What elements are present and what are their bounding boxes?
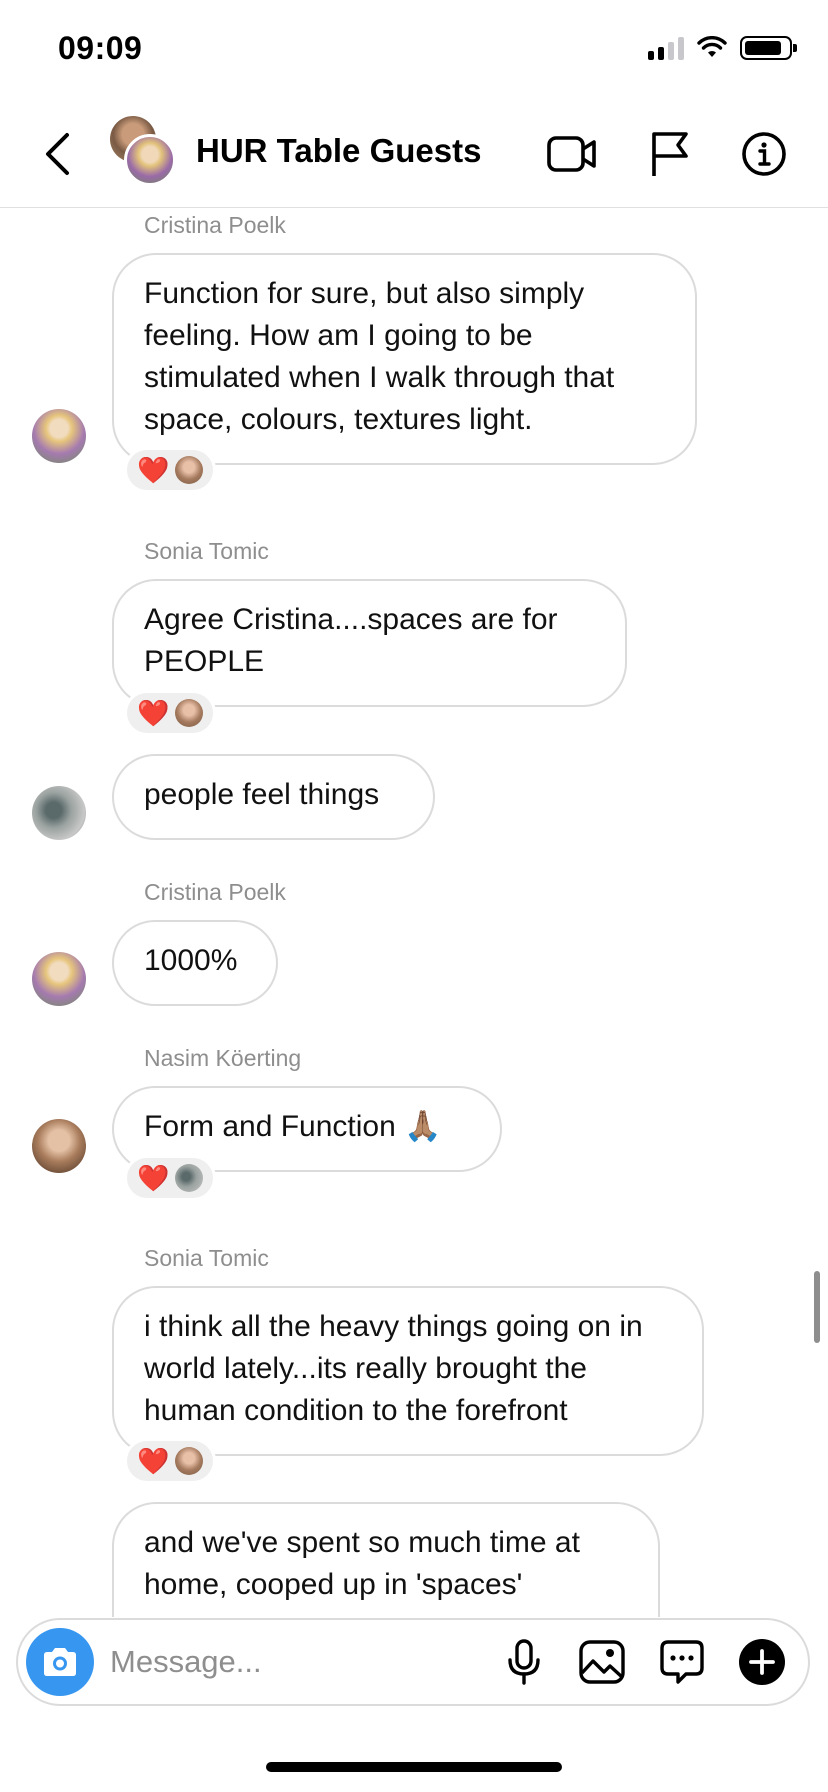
heart-icon: ❤️ [137,455,170,485]
sender-name: Nasim Köerting [144,1045,302,1071]
message-composer [16,1618,810,1706]
voice-message-button[interactable] [496,1634,552,1690]
reaction-badge[interactable]: ❤️ [124,690,217,736]
message-input[interactable] [110,1638,410,1686]
member-avatar [124,134,176,186]
chat-title[interactable]: HUR Table Guests [196,132,481,170]
reactor-avatar [175,699,204,727]
sender-name: Sonia Tomic [144,1245,269,1271]
sender-avatar[interactable] [32,409,86,463]
home-indicator [266,1762,562,1772]
sender-name: Sonia Tomic [144,538,269,564]
reaction-badge[interactable]: ❤️ [124,1438,217,1484]
sender-name: Cristina Poelk [144,879,286,905]
camera-button[interactable] [26,1628,94,1696]
report-button[interactable] [642,126,698,182]
battery-icon [740,36,797,60]
heart-icon: ❤️ [137,698,170,728]
heart-icon: ❤️ [137,1163,170,1193]
plus-circle-icon [739,1639,785,1685]
message-thread[interactable]: Cristina Poelk Function for sure, but al… [0,209,828,1617]
wifi-icon [697,36,727,57]
message-bubble[interactable]: Function for sure, but also simply feeli… [112,253,697,465]
image-icon [579,1640,625,1684]
chevron-left-icon [46,133,69,175]
video-call-button[interactable] [544,126,600,182]
message-bubble[interactable]: 1000% [112,920,278,1006]
sticker-button[interactable] [654,1634,710,1690]
message-bubble[interactable]: and we've spent so much time at home, co… [112,1502,660,1617]
chat-header: HUR Table Guests [0,100,828,208]
add-button[interactable] [734,1634,790,1690]
sender-name: Cristina Poelk [144,212,286,238]
info-icon [742,132,786,176]
group-avatar[interactable] [110,116,182,188]
sender-avatar[interactable] [32,952,86,1006]
reactor-avatar [175,456,204,484]
status-bar: 09:09 [0,0,828,100]
flag-icon [652,132,688,176]
status-time: 09:09 [58,30,143,66]
status-icons [648,36,797,60]
microphone-icon [508,1639,540,1685]
gallery-button[interactable] [574,1634,630,1690]
video-camera-icon [547,136,596,172]
chat-bubble-icon [660,1640,704,1684]
back-button[interactable] [34,126,80,182]
sender-avatar[interactable] [32,786,86,840]
reactor-avatar [175,1447,204,1475]
message-bubble[interactable]: Agree Cristina....spaces are for PEOPLE [112,579,627,707]
sender-avatar[interactable] [32,1119,86,1173]
heart-icon: ❤️ [137,1446,170,1476]
reactor-avatar [175,1164,204,1192]
message-bubble[interactable]: i think all the heavy things going on in… [112,1286,704,1456]
camera-icon [44,1648,76,1676]
scroll-indicator[interactable] [814,1271,820,1343]
info-button[interactable] [736,126,792,182]
message-bubble[interactable]: people feel things [112,754,435,840]
cellular-signal-icon [648,36,684,60]
reaction-badge[interactable]: ❤️ [124,447,217,493]
reaction-badge[interactable]: ❤️ [124,1155,217,1201]
